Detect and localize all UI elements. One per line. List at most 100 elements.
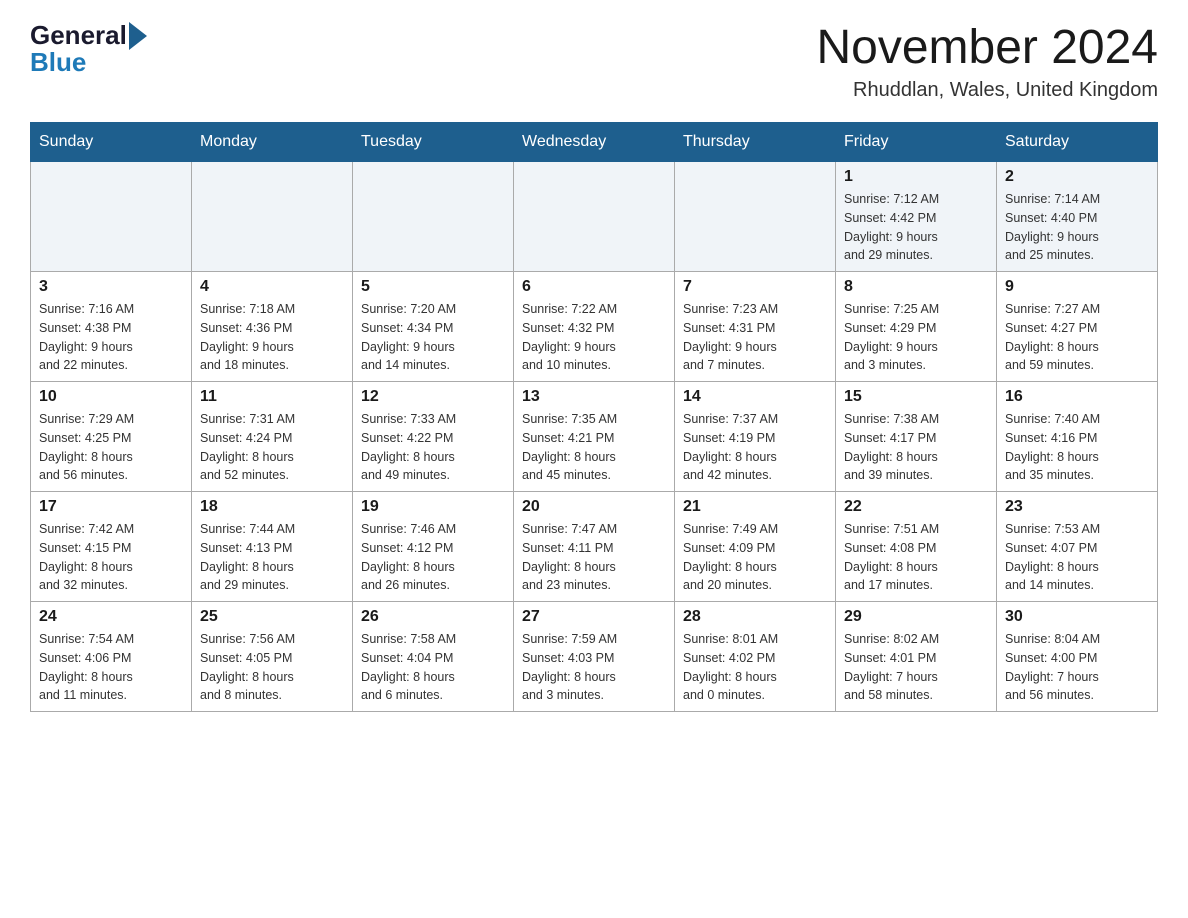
calendar-cell: 3 Sunrise: 7:16 AM Sunset: 4:38 PM Daylig… [31,272,192,382]
day-number: 21 [683,498,827,516]
day-info: Sunrise: 7:25 AM Sunset: 4:29 PM Dayligh… [844,300,988,375]
calendar-cell: 16 Sunrise: 7:40 AM Sunset: 4:16 PM Dayli… [997,382,1158,492]
day-info: Sunrise: 7:27 AM Sunset: 4:27 PM Dayligh… [1005,300,1149,375]
day-info: Sunrise: 7:44 AM Sunset: 4:13 PM Dayligh… [200,520,344,595]
day-info: Sunrise: 7:53 AM Sunset: 4:07 PM Dayligh… [1005,520,1149,595]
calendar-cell: 1Sunrise: 7:12 AM Sunset: 4:42 PM Daylig… [836,162,997,272]
day-number: 12 [361,388,505,406]
calendar-cell: 19 Sunrise: 7:46 AM Sunset: 4:12 PM Dayli… [353,492,514,602]
day-info: Sunrise: 7:35 AM Sunset: 4:21 PM Dayligh… [522,410,666,485]
logo-blue-text: Blue [30,47,86,78]
day-number: 4 [200,278,344,296]
day-number: 10 [39,388,183,406]
day-number: 3 [39,278,183,296]
day-number: 17 [39,498,183,516]
logo-arrow-icon [129,22,147,50]
calendar-cell: 2 Sunrise: 7:14 AM Sunset: 4:40 PM Daylig… [997,162,1158,272]
week-row-3: 10 Sunrise: 7:29 AM Sunset: 4:25 PM Dayli… [31,382,1158,492]
day-info: Sunrise: 7:51 AM Sunset: 4:08 PM Dayligh… [844,520,988,595]
day-number: 9 [1005,278,1149,296]
day-number: 29 [844,608,988,626]
day-number: 11 [200,388,344,406]
calendar-cell: 7 Sunrise: 7:23 AM Sunset: 4:31 PM Daylig… [675,272,836,382]
day-number: 23 [1005,498,1149,516]
weekday-header-monday: Monday [192,123,353,162]
day-number: 1 [844,168,988,186]
day-info: Sunrise: 7:22 AM Sunset: 4:32 PM Dayligh… [522,300,666,375]
month-title: November 2024 [816,20,1158,75]
day-number: 2 [1005,168,1149,186]
day-number: 26 [361,608,505,626]
calendar-cell: 12 Sunrise: 7:33 AM Sunset: 4:22 PM Dayli… [353,382,514,492]
day-info: Sunrise: 7:37 AM Sunset: 4:19 PM Dayligh… [683,410,827,485]
day-info: Sunrise: 7:38 AM Sunset: 4:17 PM Dayligh… [844,410,988,485]
calendar-cell [31,162,192,272]
day-info: Sunrise: 7:54 AM Sunset: 4:06 PM Dayligh… [39,630,183,705]
day-number: 28 [683,608,827,626]
week-row-2: 3 Sunrise: 7:16 AM Sunset: 4:38 PM Daylig… [31,272,1158,382]
weekday-header-friday: Friday [836,123,997,162]
calendar-cell: 21Sunrise: 7:49 AM Sunset: 4:09 PM Dayli… [675,492,836,602]
weekday-header-wednesday: Wednesday [514,123,675,162]
calendar-cell [353,162,514,272]
day-number: 14 [683,388,827,406]
calendar-cell: 18 Sunrise: 7:44 AM Sunset: 4:13 PM Dayli… [192,492,353,602]
day-info: Sunrise: 7:59 AM Sunset: 4:03 PM Dayligh… [522,630,666,705]
day-info: Sunrise: 7:14 AM Sunset: 4:40 PM Dayligh… [1005,190,1149,265]
day-info: Sunrise: 7:23 AM Sunset: 4:31 PM Dayligh… [683,300,827,375]
calendar-cell: 14 Sunrise: 7:37 AM Sunset: 4:19 PM Dayli… [675,382,836,492]
day-info: Sunrise: 7:33 AM Sunset: 4:22 PM Dayligh… [361,410,505,485]
calendar-cell: 15 Sunrise: 7:38 AM Sunset: 4:17 PM Dayli… [836,382,997,492]
weekday-header-row: SundayMondayTuesdayWednesdayThursdayFrid… [31,123,1158,162]
calendar-cell: 29 Sunrise: 8:02 AM Sunset: 4:01 PM Dayli… [836,602,997,712]
calendar-cell: 8 Sunrise: 7:25 AM Sunset: 4:29 PM Daylig… [836,272,997,382]
day-info: Sunrise: 7:20 AM Sunset: 4:34 PM Dayligh… [361,300,505,375]
calendar-cell: 28Sunrise: 8:01 AM Sunset: 4:02 PM Dayli… [675,602,836,712]
calendar-cell: 25 Sunrise: 7:56 AM Sunset: 4:05 PM Dayli… [192,602,353,712]
week-row-4: 17 Sunrise: 7:42 AM Sunset: 4:15 PM Dayli… [31,492,1158,602]
calendar-cell: 26 Sunrise: 7:58 AM Sunset: 4:04 PM Dayli… [353,602,514,712]
calendar-cell [514,162,675,272]
day-info: Sunrise: 7:42 AM Sunset: 4:15 PM Dayligh… [39,520,183,595]
weekday-header-tuesday: Tuesday [353,123,514,162]
calendar-cell: 6 Sunrise: 7:22 AM Sunset: 4:32 PM Daylig… [514,272,675,382]
day-info: Sunrise: 7:46 AM Sunset: 4:12 PM Dayligh… [361,520,505,595]
calendar-cell: 5 Sunrise: 7:20 AM Sunset: 4:34 PM Daylig… [353,272,514,382]
day-number: 19 [361,498,505,516]
calendar-cell: 23 Sunrise: 7:53 AM Sunset: 4:07 PM Dayli… [997,492,1158,602]
week-row-1: 1Sunrise: 7:12 AM Sunset: 4:42 PM Daylig… [31,162,1158,272]
day-number: 27 [522,608,666,626]
day-info: Sunrise: 7:40 AM Sunset: 4:16 PM Dayligh… [1005,410,1149,485]
location-text: Rhuddlan, Wales, United Kingdom [816,79,1158,102]
day-number: 7 [683,278,827,296]
day-info: Sunrise: 7:16 AM Sunset: 4:38 PM Dayligh… [39,300,183,375]
calendar-cell: 30Sunrise: 8:04 AM Sunset: 4:00 PM Dayli… [997,602,1158,712]
day-number: 18 [200,498,344,516]
day-info: Sunrise: 7:58 AM Sunset: 4:04 PM Dayligh… [361,630,505,705]
day-number: 15 [844,388,988,406]
page-header: General Blue November 2024 Rhuddlan, Wal… [30,20,1158,102]
calendar-cell: 17 Sunrise: 7:42 AM Sunset: 4:15 PM Dayli… [31,492,192,602]
day-info: Sunrise: 7:29 AM Sunset: 4:25 PM Dayligh… [39,410,183,485]
day-number: 24 [39,608,183,626]
calendar-cell: 11Sunrise: 7:31 AM Sunset: 4:24 PM Dayli… [192,382,353,492]
day-info: Sunrise: 7:56 AM Sunset: 4:05 PM Dayligh… [200,630,344,705]
day-number: 20 [522,498,666,516]
day-number: 8 [844,278,988,296]
day-number: 25 [200,608,344,626]
day-number: 6 [522,278,666,296]
calendar-cell: 22 Sunrise: 7:51 AM Sunset: 4:08 PM Dayli… [836,492,997,602]
day-number: 16 [1005,388,1149,406]
day-info: Sunrise: 7:47 AM Sunset: 4:11 PM Dayligh… [522,520,666,595]
calendar-cell [192,162,353,272]
calendar-cell: 24 Sunrise: 7:54 AM Sunset: 4:06 PM Dayli… [31,602,192,712]
day-info: Sunrise: 7:18 AM Sunset: 4:36 PM Dayligh… [200,300,344,375]
day-number: 30 [1005,608,1149,626]
calendar-cell: 9 Sunrise: 7:27 AM Sunset: 4:27 PM Daylig… [997,272,1158,382]
day-info: Sunrise: 8:02 AM Sunset: 4:01 PM Dayligh… [844,630,988,705]
calendar-cell: 4 Sunrise: 7:18 AM Sunset: 4:36 PM Daylig… [192,272,353,382]
day-number: 5 [361,278,505,296]
calendar-cell: 20 Sunrise: 7:47 AM Sunset: 4:11 PM Dayli… [514,492,675,602]
day-number: 22 [844,498,988,516]
title-section: November 2024 Rhuddlan, Wales, United Ki… [816,20,1158,102]
